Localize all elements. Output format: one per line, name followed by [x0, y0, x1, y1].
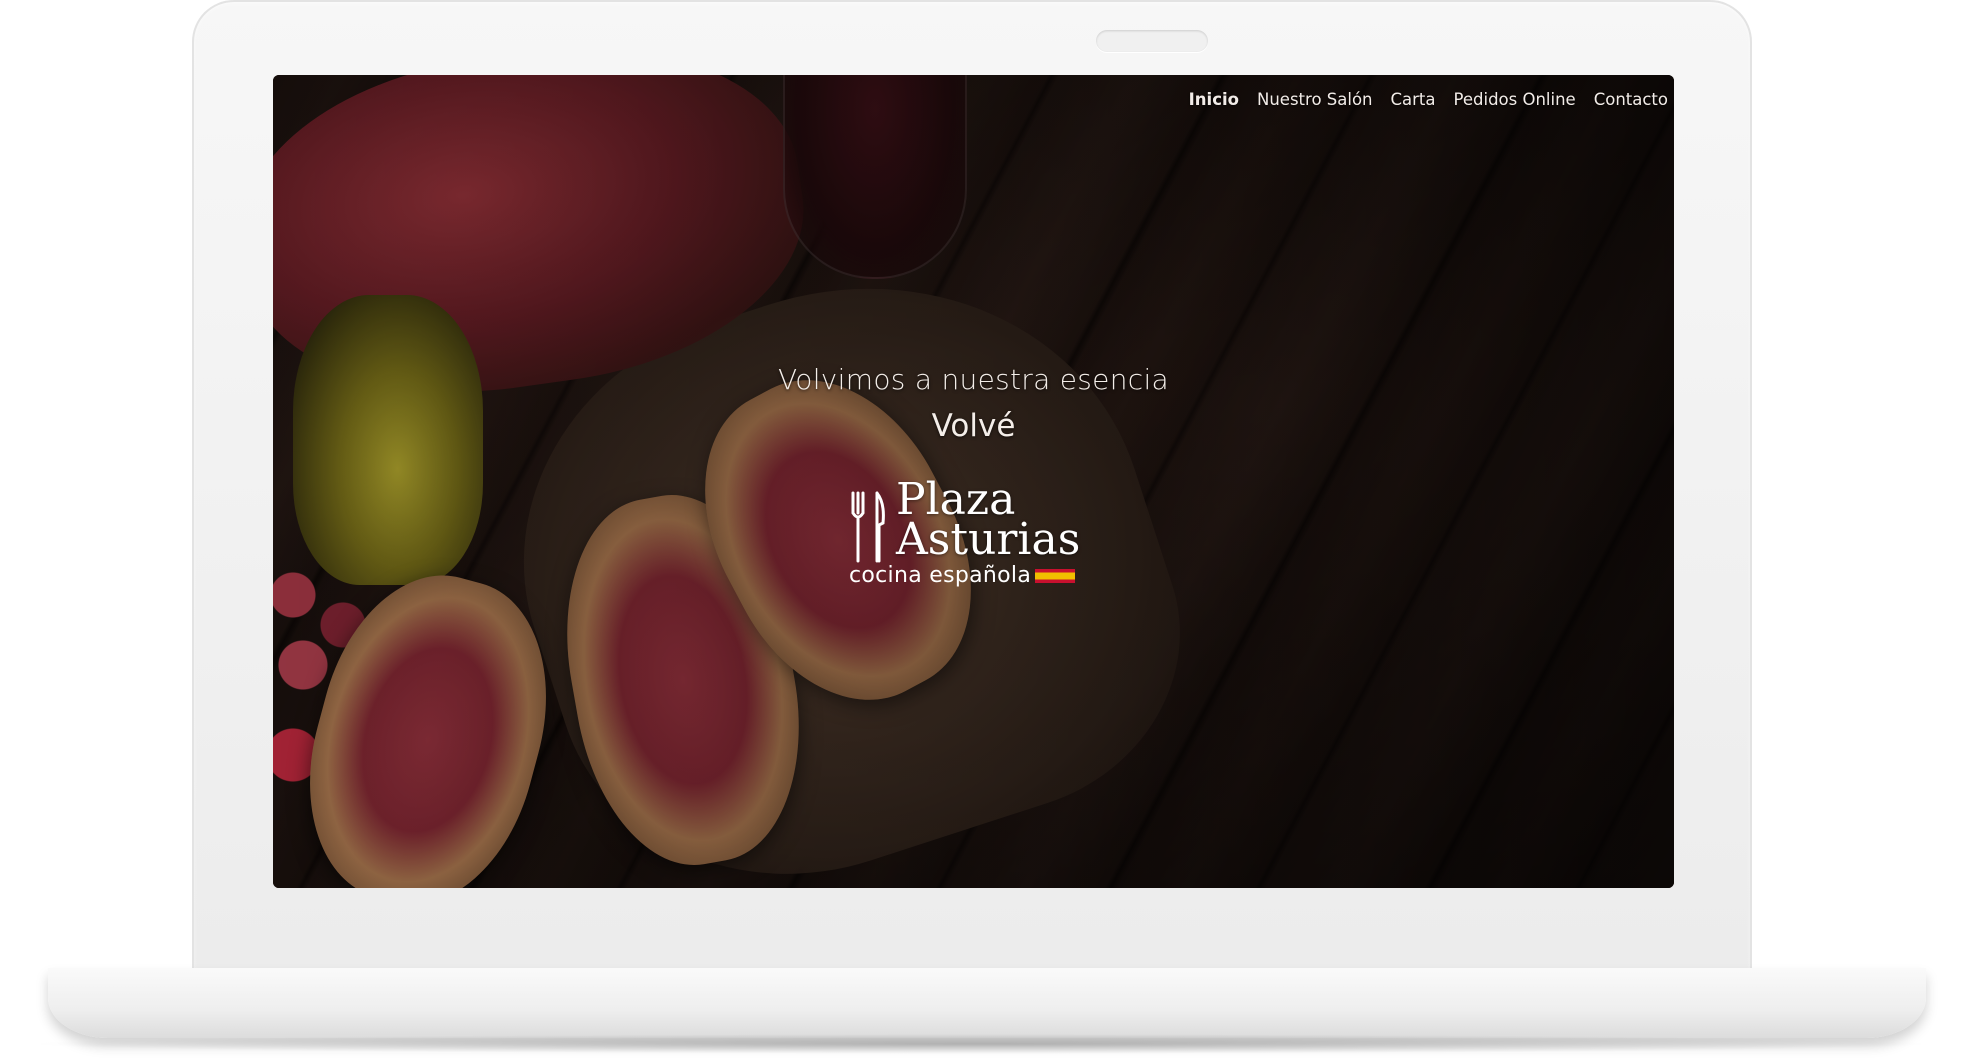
website-screen: Inicio Nuestro Salón Carta Pedidos Onlin… — [273, 75, 1674, 888]
logo-name: Plaza Asturias — [896, 478, 1081, 565]
nav-item-pedidos-online[interactable]: Pedidos Online — [1454, 90, 1576, 109]
nav-item-contacto[interactable]: Contacto — [1594, 90, 1668, 109]
nav-item-inicio[interactable]: Inicio — [1189, 90, 1239, 109]
nav-item-carta[interactable]: Carta — [1391, 90, 1436, 109]
logo-tagline-text: cocina española — [849, 563, 1032, 588]
hero-text: Volvimos a nuestra esencia Volvé — [273, 363, 1674, 444]
logo-name-line2: Asturias — [896, 514, 1081, 565]
main-nav: Inicio Nuestro Salón Carta Pedidos Onlin… — [1189, 90, 1668, 109]
hero-subheadline: Volvé — [931, 408, 1016, 444]
spain-flag-icon — [1035, 569, 1076, 583]
fork-knife-icon — [851, 491, 885, 563]
nav-item-nuestro-salon[interactable]: Nuestro Salón — [1257, 90, 1373, 109]
restaurant-logo[interactable]: Plaza Asturias cocina española — [849, 478, 1109, 593]
laptop-shadow — [20, 1034, 1942, 1054]
logo-tagline: cocina española — [849, 563, 1076, 588]
camera-notch — [1096, 30, 1208, 52]
laptop-base — [48, 968, 1926, 1038]
hero-headline: Volvimos a nuestra esencia — [778, 363, 1169, 396]
